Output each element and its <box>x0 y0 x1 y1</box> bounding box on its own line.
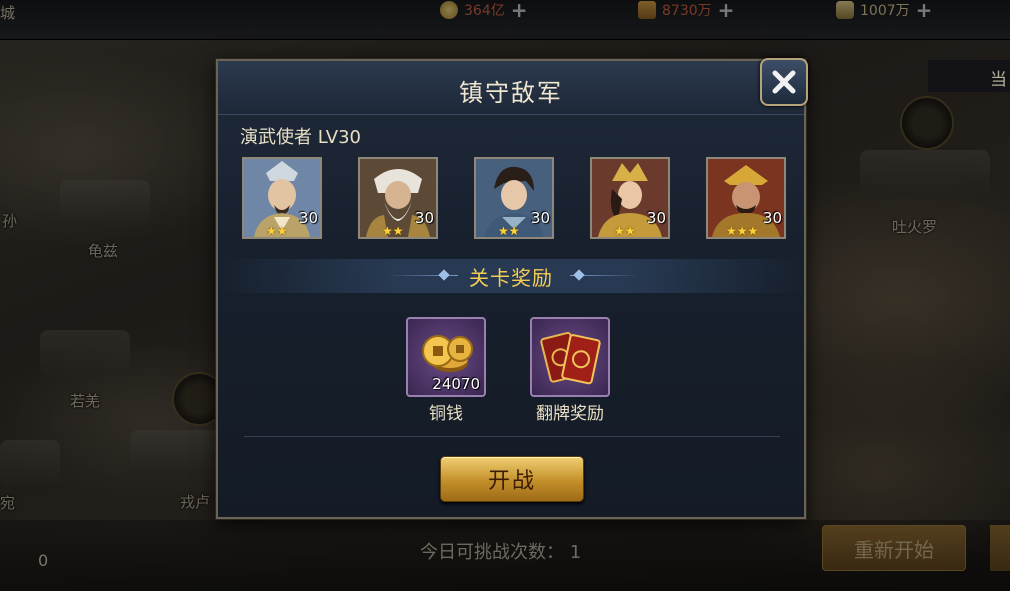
reward-count: 24070 <box>432 375 480 393</box>
extra-button[interactable] <box>990 525 1010 571</box>
side-tab[interactable]: 当 <box>928 60 1010 92</box>
reward-item[interactable]: 24070 <box>406 317 486 397</box>
side-tab-label: 当 <box>990 70 1007 90</box>
hero-level: 30 <box>646 209 666 227</box>
enemy-dialog: 镇守敌军 演武使者 LV30 30 ★★ 30 ★★ 30 ★★ 30 ★★ 3… <box>216 59 806 519</box>
left-counter: 0 <box>38 551 49 570</box>
reward-label: 铜钱 <box>429 404 463 424</box>
resource-silver: 1007万 + <box>836 0 933 22</box>
reward-label: 翻牌奖励 <box>536 404 604 424</box>
hero-stars: ★★ <box>266 224 288 238</box>
divider <box>244 436 780 437</box>
resource-value: 1007万 <box>860 3 910 19</box>
add-resource-button[interactable]: + <box>511 0 528 22</box>
hero-card[interactable]: 30 ★★ <box>358 157 438 239</box>
close-icon <box>772 70 796 94</box>
hero-card[interactable]: 30 ★★ <box>474 157 554 239</box>
hero-card[interactable]: 30 ★★ <box>242 157 322 239</box>
hero-level: 30 <box>762 209 782 227</box>
flip-cards-icon <box>540 331 601 385</box>
hero-level: 30 <box>298 209 318 227</box>
enemy-name: 演武使者 LV30 <box>240 127 361 148</box>
restart-button[interactable]: 重新开始 <box>822 525 966 571</box>
top-left-label: 城 <box>0 4 16 22</box>
hero-card[interactable]: 30 ★★★ <box>706 157 786 239</box>
rewards-title: 关卡奖励 <box>469 266 553 290</box>
silver-ingot-icon <box>836 1 854 19</box>
close-button[interactable] <box>760 58 808 106</box>
dialog-title: 镇守敌军 <box>459 79 563 107</box>
start-battle-button[interactable]: 开战 <box>440 456 584 502</box>
hero-stars: ★★ <box>498 224 520 238</box>
resource-bar: 城 364亿 + 8730万 + 1007万 + <box>0 0 1010 40</box>
resource-value: 8730万 <box>662 3 712 19</box>
add-resource-button[interactable]: + <box>916 0 933 22</box>
hero-stars: ★★★ <box>726 224 759 238</box>
reward-item[interactable] <box>530 317 610 397</box>
hero-card[interactable]: 30 ★★ <box>590 157 670 239</box>
copper-coin-icon <box>440 1 458 19</box>
daily-challenges-text: 今日可挑战次数： 1 <box>420 542 582 563</box>
resource-copper: 364亿 + <box>440 0 528 22</box>
add-resource-button[interactable]: + <box>718 0 735 22</box>
hero-level: 30 <box>414 209 434 227</box>
hero-stars: ★★ <box>382 224 404 238</box>
food-icon <box>638 1 656 19</box>
resource-food: 8730万 + <box>638 0 735 22</box>
hero-stars: ★★ <box>614 224 636 238</box>
dialog-header: 镇守敌军 <box>218 61 804 115</box>
hero-level: 30 <box>530 209 550 227</box>
resource-value: 364亿 <box>464 3 505 19</box>
